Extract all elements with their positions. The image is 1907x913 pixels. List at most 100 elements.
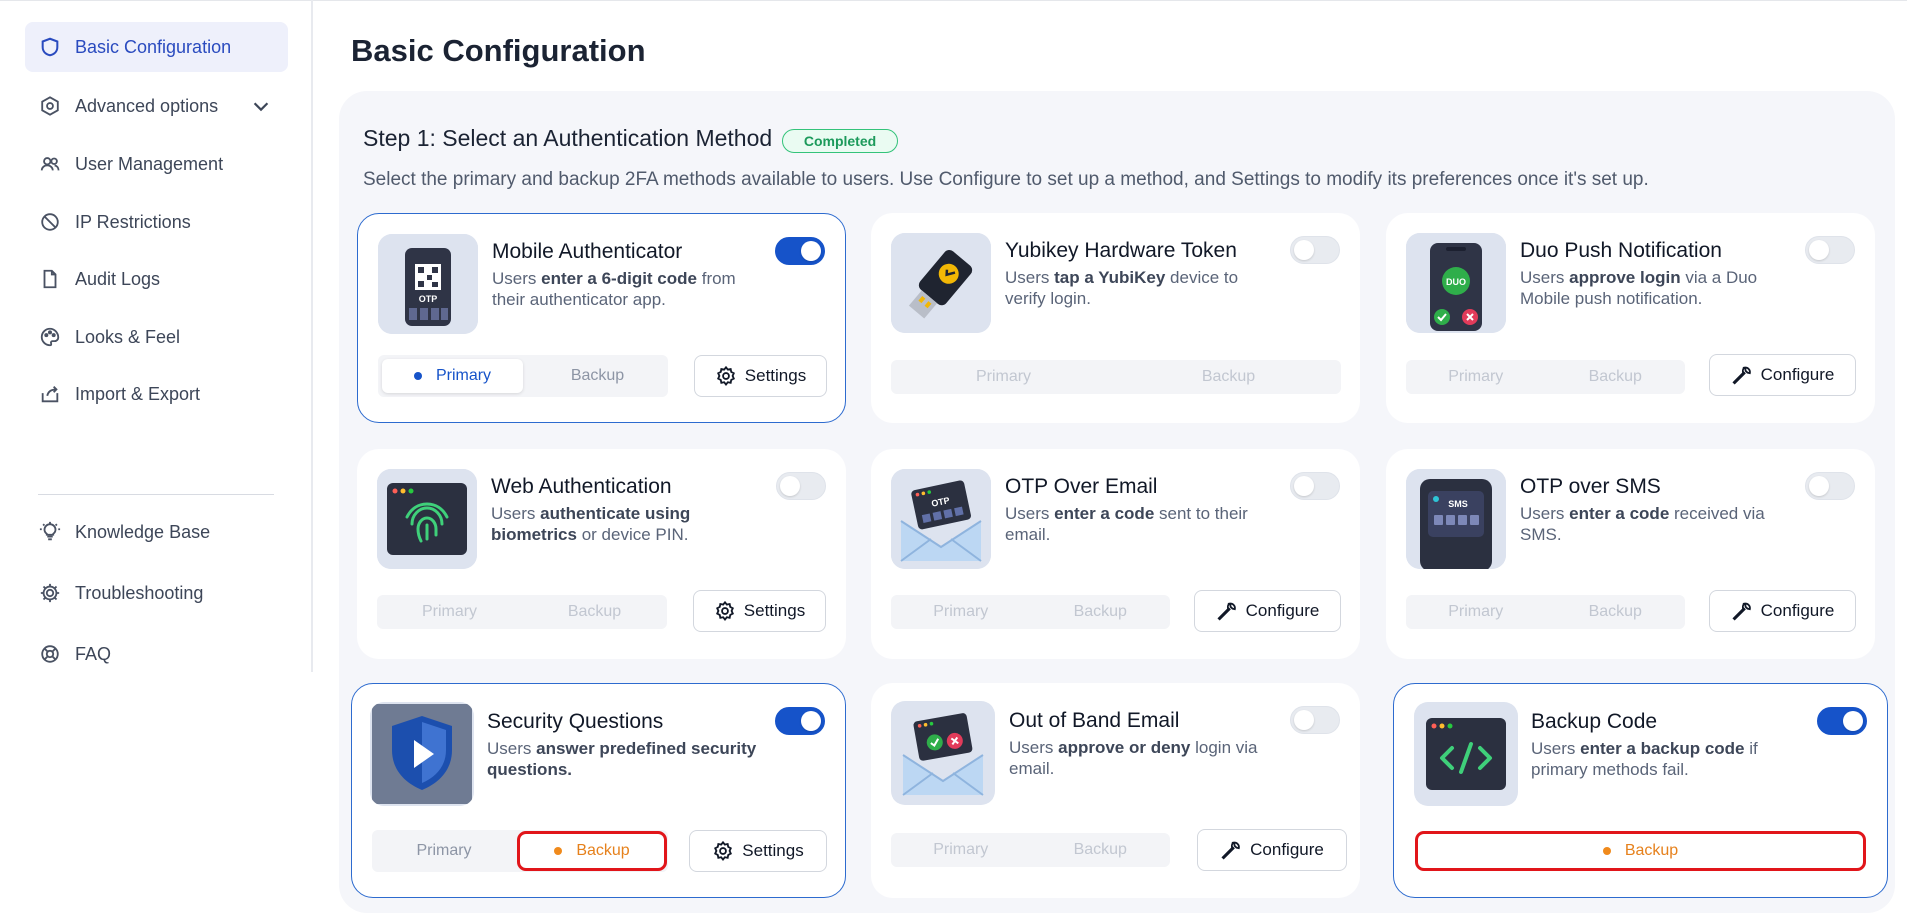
primary-option[interactable]: Primary [382,359,523,393]
settings-button[interactable]: Settings [694,355,827,397]
enable-toggle[interactable] [1817,707,1867,735]
method-description: Users enter a 6-digit code from their au… [492,269,736,309]
selected-dot [413,372,422,380]
code-window-icon [1414,702,1518,806]
sidebar-item-advanced-options[interactable]: Advanced options [25,81,288,131]
method-title: OTP over SMS [1520,475,1661,498]
wrench-icon [1732,366,1751,385]
method-description: Users authenticate using biometrics or d… [491,504,691,544]
method-card-yubikey: Yubikey Hardware Token Users tap a YubiK… [871,213,1360,423]
method-card-backup-code: Backup Code Users enter a backup code if… [1393,683,1888,898]
sidebar-item-import-export[interactable]: Import & Export [25,369,288,419]
sidebar-item-label: Knowledge Base [75,521,211,542]
primary-backup-selector: Primary Backup [372,830,668,872]
sidebar-item-looks-feel[interactable]: Looks & Feel [25,312,288,362]
otp-phone-icon: OTP [378,234,478,334]
status-badge: Completed [782,129,898,153]
usb-key-icon [891,233,991,333]
method-title: Duo Push Notification [1520,239,1722,262]
method-title: OTP Over Email [1005,475,1158,498]
method-card-otp-sms: SMS OTP over SMS Users enter a code rece… [1386,449,1875,659]
method-description: Users tap a YubiKey device to verify log… [1005,268,1239,308]
step-title: Step 1: Select an Authentication Method [363,125,773,151]
method-description: Users enter a code received via SMS. [1520,504,1765,544]
primary-option[interactable]: Primary [891,833,1031,867]
gear-icon [39,582,61,604]
method-description: Users enter a backup code if primary met… [1531,739,1758,779]
sidebar-item-label: Import & Export [75,383,201,404]
settings-button[interactable]: Settings [689,830,827,872]
configure-button[interactable]: Configure [1709,354,1856,396]
sidebar-item-audit-logs[interactable]: Audit Logs [25,254,288,304]
sidebar-item-label: IP Restrictions [75,211,191,232]
sidebar-item-faq[interactable]: FAQ [25,629,288,679]
primary-option[interactable]: Primary [372,830,516,872]
configure-button[interactable]: Configure [1194,590,1341,632]
method-title: Mobile Authenticator [492,240,683,263]
shield-icon [39,36,61,58]
backup-option[interactable]: Backup [517,831,667,871]
primary-backup-selector: Primary Backup [891,360,1341,394]
primary-backup-selector: Primary Backup [377,595,667,629]
palette-icon [39,326,61,348]
primary-option[interactable]: Primary [891,360,1116,394]
sidebar-item-ip-restrictions[interactable]: IP Restrictions [25,197,288,247]
enable-toggle[interactable] [1290,472,1340,500]
email-approve-icon [891,701,995,805]
enable-toggle[interactable] [1805,472,1855,500]
method-card-otp-email: OTP OTP Over Email Users enter a code se… [871,449,1360,659]
backup-option[interactable]: Backup [1031,833,1171,867]
backup-option[interactable]: Backup [1031,595,1171,629]
selected-dot [1602,847,1611,855]
primary-option[interactable]: Primary [1406,360,1546,394]
enable-toggle[interactable] [775,707,825,735]
method-description: Users approve or deny login via email. [1009,738,1258,778]
method-description: Users answer predefined security questio… [487,739,757,779]
gear-icon [715,600,734,621]
sidebar-divider [38,494,274,495]
sms-phone-icon: SMS [1406,469,1506,569]
settings-button[interactable]: Settings [693,590,826,632]
enable-toggle[interactable] [1290,236,1340,264]
enable-toggle[interactable] [1290,706,1340,734]
backup-option[interactable]: Backup [1546,360,1686,394]
primary-option[interactable]: Primary [891,595,1031,629]
sidebar-item-troubleshooting[interactable]: Troubleshooting [25,568,288,618]
backup-selector: Backup [1414,830,1867,872]
fingerprint-icon [377,469,477,569]
sidebar-item-label: Audit Logs [75,268,161,289]
svg-text:DUO: DUO [1446,277,1466,287]
enable-toggle[interactable] [775,237,825,265]
configure-button[interactable]: Configure [1197,829,1347,871]
ban-icon [39,211,61,233]
page-title: Basic Configuration [351,33,646,68]
method-card-mobile-authenticator: OTP Mobile Authenticator Users enter a 6… [357,213,846,423]
method-title: Yubikey Hardware Token [1005,239,1237,262]
method-description: Users approve login via a Duo Mobile pus… [1520,268,1758,308]
method-description: Users enter a code sent to their email. [1005,504,1248,544]
wrench-icon [1732,602,1751,621]
configure-button[interactable]: Configure [1709,590,1856,632]
primary-option[interactable]: Primary [1406,595,1546,629]
sidebar-item-user-management[interactable]: User Management [25,139,288,189]
method-card-web-authentication: Web Authentication Users authenticate us… [357,449,846,659]
enable-toggle[interactable] [1805,236,1855,264]
primary-backup-selector: Primary Backup [1406,360,1685,394]
method-card-out-of-band-email: Out of Band Email Users approve or deny … [871,683,1360,898]
sidebar-item-label: Looks & Feel [75,326,181,347]
backup-option[interactable]: Backup [527,355,668,397]
svg-text:OTP: OTP [419,294,438,304]
backup-option[interactable]: Backup [1546,595,1686,629]
sidebar-item-knowledge-base[interactable]: Knowledge Base [25,507,288,557]
backup-option[interactable]: Backup [1116,360,1341,394]
sidebar-item-basic-configuration[interactable]: Basic Configuration [25,22,288,72]
backup-option[interactable]: Backup [1415,831,1866,871]
gear-icon [714,840,733,861]
sidebar-item-label: Troubleshooting [75,582,204,603]
method-title: Out of Band Email [1009,709,1180,732]
chevron-down-icon[interactable] [250,95,272,117]
primary-option[interactable]: Primary [377,595,522,629]
enable-toggle[interactable] [776,472,826,500]
backup-option[interactable]: Backup [522,595,667,629]
method-title: Web Authentication [491,475,672,498]
